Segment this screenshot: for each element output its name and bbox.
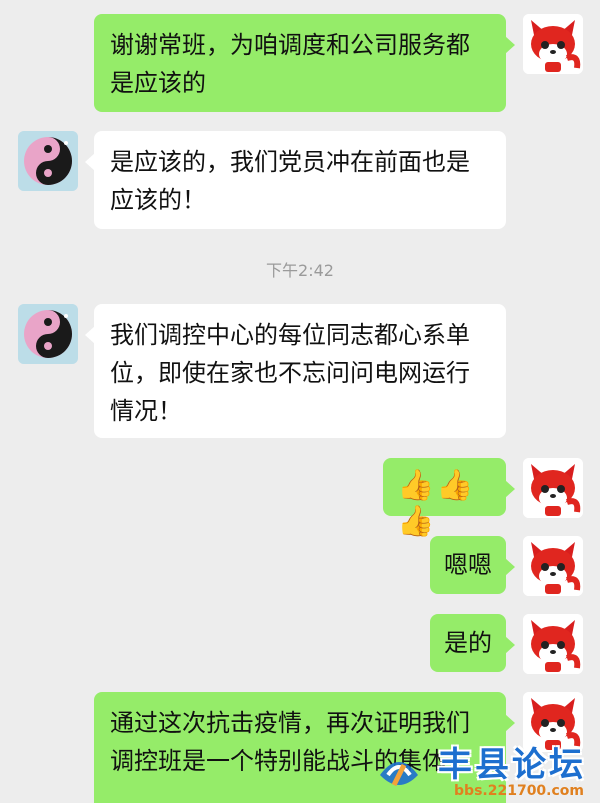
message-line: 是应该的，我们党员冲在前面也是 [110, 148, 470, 176]
message-line: 是应该的 [110, 69, 206, 97]
my-avatar[interactable] [523, 614, 583, 674]
fox-avatar-icon [523, 536, 583, 596]
message-bubble[interactable]: 是应该的，我们党员冲在前面也是 应该的！ [85, 131, 506, 229]
message-text: 是的 [444, 629, 492, 657]
yin-yang-fish-icon [18, 131, 78, 191]
forum-logo-icon [380, 762, 418, 787]
watermark-url: bbs.221700.com [454, 783, 584, 799]
message-bubble[interactable]: 是的 [430, 614, 515, 672]
message-line: 位，即使在家也不忘问问电网运行 [110, 359, 470, 387]
fox-avatar-icon [523, 614, 583, 674]
message-bubble[interactable]: 👍👍👍 [383, 458, 515, 539]
forum-watermark: 丰县论坛 bbs.221700.com [374, 737, 594, 803]
message-text: 嗯嗯 [444, 551, 492, 579]
fox-avatar-icon [523, 458, 583, 518]
message-line: 应该的！ [110, 186, 206, 214]
message-bubble[interactable]: 谢谢常班，为咱调度和公司服务都 是应该的 [94, 14, 515, 112]
my-avatar[interactable] [523, 536, 583, 596]
fox-avatar-icon [523, 14, 583, 74]
thumbs-up-emoji-text: 👍👍👍 [397, 468, 476, 539]
my-avatar[interactable] [523, 14, 583, 74]
message-bubble[interactable]: 我们调控中心的每位同志都心系单 位，即使在家也不忘问问电网运行 情况！ [85, 304, 506, 438]
yin-yang-fish-icon [18, 304, 78, 364]
timestamp: 下午2:42 [266, 261, 334, 280]
watermark-title: 丰县论坛 [438, 745, 586, 785]
my-avatar[interactable] [523, 458, 583, 518]
contact-avatar[interactable] [18, 131, 78, 191]
message-bubble[interactable]: 嗯嗯 [430, 536, 515, 594]
message-line: 我们调控中心的每位同志都心系单 [110, 321, 470, 349]
message-line: 谢谢常班，为咱调度和公司服务都 [110, 31, 470, 59]
message-line: 情况！ [110, 397, 182, 425]
contact-avatar[interactable] [18, 304, 78, 364]
